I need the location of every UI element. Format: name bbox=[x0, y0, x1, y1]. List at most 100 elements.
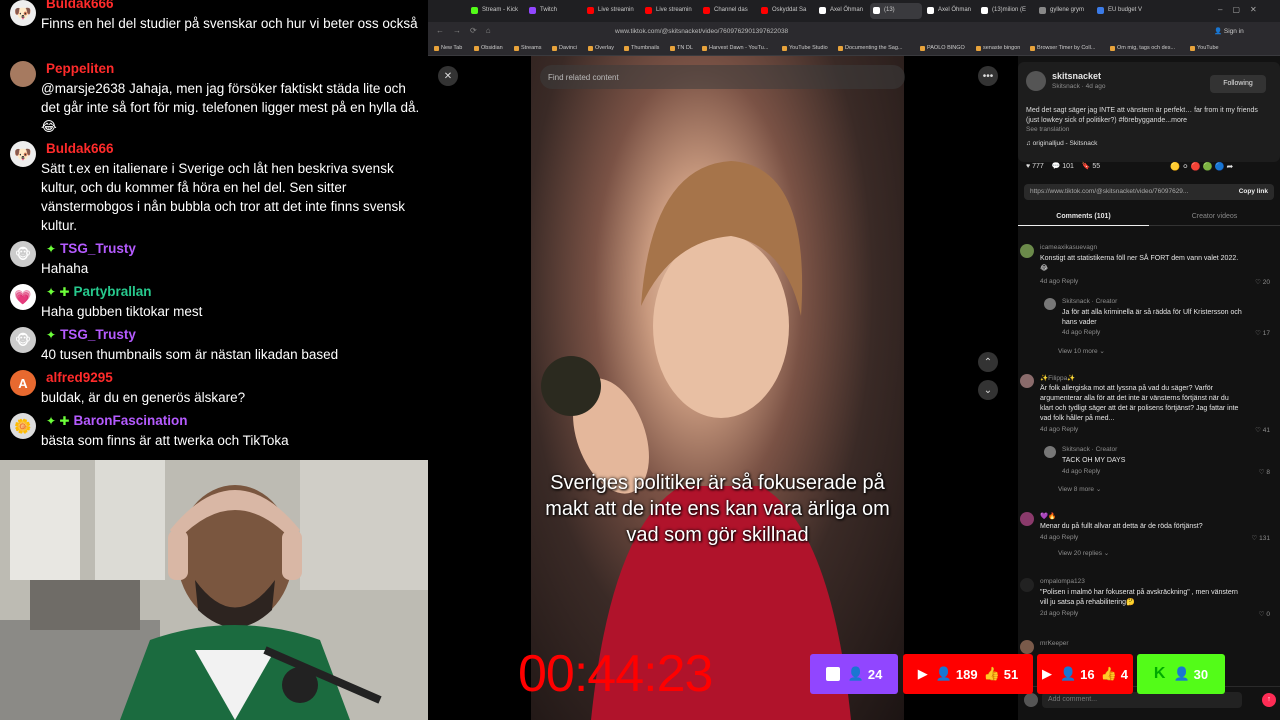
tiktok-icon bbox=[873, 7, 880, 14]
commenter-avatar[interactable] bbox=[1020, 244, 1034, 258]
commenter-avatar[interactable] bbox=[1020, 512, 1034, 526]
sound-link[interactable]: ♫ originalljud - Skitsnack bbox=[1026, 140, 1097, 147]
chevron-down-icon[interactable]: ⌄ bbox=[978, 380, 998, 400]
commenter-name[interactable]: ✨Filippa✨ bbox=[1040, 374, 1075, 382]
send-icon[interactable]: ↑ bbox=[1262, 693, 1276, 707]
comment-meta[interactable]: 4d ago Reply bbox=[1040, 426, 1078, 433]
comment-meta[interactable]: 2d ago Reply bbox=[1040, 610, 1078, 617]
bookmark[interactable]: senaste bingon bbox=[976, 45, 1020, 51]
comment-meta[interactable]: 4d ago Reply bbox=[1062, 468, 1100, 475]
bookmark[interactable]: New Tab bbox=[434, 45, 462, 51]
comment-likes[interactable]: ♡ 41 bbox=[1255, 426, 1270, 434]
comment-meta[interactable]: 4d ago Reply bbox=[1040, 278, 1078, 285]
close-icon[interactable]: ✕ bbox=[438, 66, 458, 86]
commenter-name[interactable]: ompalompa123 bbox=[1040, 578, 1085, 585]
commenter-name[interactable]: 💜🔥 bbox=[1040, 512, 1056, 520]
tab-tiktok[interactable]: (13)milion (E bbox=[978, 3, 1034, 19]
sign-in-button[interactable]: 👤 Sign in bbox=[1214, 27, 1244, 35]
author-name[interactable]: skitsnacket bbox=[1052, 71, 1101, 81]
tab-youtube[interactable]: Live streamin bbox=[642, 3, 698, 19]
bookmark[interactable]: TN DL bbox=[670, 45, 693, 51]
bookmark[interactable]: Davinci bbox=[552, 45, 577, 51]
commenter-avatar[interactable] bbox=[1044, 298, 1056, 310]
navigation-bar: ←→⟳⌂ www.tiktok.com/@skitsnacket/video/7… bbox=[428, 22, 1280, 42]
copy-link-button[interactable]: Copy link bbox=[1239, 188, 1268, 195]
bookmark-icon bbox=[782, 46, 787, 51]
commenter-name[interactable]: Skitsnack · Creator bbox=[1062, 446, 1117, 453]
bookmark-icon bbox=[976, 46, 981, 51]
comment-likes[interactable]: ♡ 17 bbox=[1255, 329, 1270, 337]
like-icon[interactable]: ♥ bbox=[1026, 163, 1030, 170]
chevron-up-icon[interactable]: ⌃ bbox=[978, 352, 998, 372]
bookmark-icon bbox=[920, 46, 925, 51]
tab-tiktok-active[interactable]: (13) bbox=[870, 3, 922, 19]
search-input[interactable]: Find related content bbox=[540, 65, 905, 89]
tab-youtube[interactable]: Oskyddat Sa bbox=[758, 3, 814, 19]
comments-sidebar: skitsnacket Skitsnack · 4d ago Following… bbox=[1018, 56, 1280, 720]
comment-meta[interactable]: 4d ago Reply bbox=[1040, 534, 1078, 541]
bookmark-label: Thumbnails bbox=[631, 45, 660, 51]
view-more-replies[interactable]: View 20 replies ⌄ bbox=[1058, 549, 1109, 557]
commenter-name[interactable]: mrKeeper bbox=[1040, 640, 1069, 647]
comment-icon[interactable]: 💬 bbox=[1052, 163, 1061, 170]
address-bar[interactable]: www.tiktok.com/@skitsnacket/video/760976… bbox=[568, 25, 1168, 39]
thumbs-up-icon: 👍 bbox=[983, 666, 1000, 681]
view-more-replies[interactable]: View 8 more ⌄ bbox=[1058, 485, 1101, 493]
tab-generic[interactable]: EU budget V bbox=[1094, 3, 1150, 19]
bookmark[interactable]: Overlay bbox=[588, 45, 614, 51]
youtube-stats-badge: ▶ 👤 189 👍 51 bbox=[903, 654, 1033, 694]
tiktok-page: ✕ Sveriges politiker är så fokuserade på… bbox=[428, 56, 1280, 720]
comment-likes[interactable]: ♡ 20 bbox=[1255, 278, 1270, 286]
chat-message: 💗 ✦ ✚ Partybrallan Haha gubben tiktokar m… bbox=[10, 284, 420, 324]
tab-creator-videos[interactable]: Creator videos bbox=[1149, 208, 1280, 226]
bookmark[interactable]: Harvest Dawn - YouTu... bbox=[702, 45, 768, 51]
commenter-avatar[interactable] bbox=[1020, 640, 1034, 654]
kick-icon bbox=[471, 7, 478, 14]
tab-tiktok[interactable]: Axel Öhman bbox=[924, 3, 976, 19]
window-controls[interactable]: –▢✕ bbox=[1218, 5, 1267, 14]
bookmark[interactable]: Documenting the Sag... bbox=[838, 45, 902, 51]
chat-username: Peppeliten bbox=[46, 61, 115, 76]
bookmark[interactable]: YouTube bbox=[1190, 45, 1219, 51]
more-options-icon[interactable]: ••• bbox=[978, 66, 998, 86]
tab-youtube[interactable]: Live streamin bbox=[584, 3, 640, 19]
tab-twitch[interactable]: Twitch bbox=[526, 3, 582, 19]
tab-generic[interactable]: gyllene grym bbox=[1036, 3, 1092, 19]
commenter-avatar[interactable] bbox=[1044, 446, 1056, 458]
tab-tiktok[interactable]: Axel Öhman bbox=[816, 3, 868, 19]
commenter-avatar[interactable] bbox=[1020, 578, 1034, 592]
see-translation-link[interactable]: See translation bbox=[1026, 126, 1069, 133]
bookmark[interactable]: Browser Timer by Coll... bbox=[1030, 45, 1095, 51]
add-comment-input[interactable]: Add comment... bbox=[1042, 692, 1242, 708]
tab-comments[interactable]: Comments (101) bbox=[1018, 208, 1149, 226]
commenter-name[interactable]: Skitsnack · Creator bbox=[1062, 298, 1117, 305]
tab-label: Live streamin bbox=[598, 7, 634, 13]
nav-buttons[interactable]: ←→⟳⌂ bbox=[436, 26, 500, 35]
tab-youtube[interactable]: Channel das bbox=[700, 3, 756, 19]
commenter-name[interactable]: icameaxikasuevagn bbox=[1040, 244, 1097, 251]
link-box: https://www.tiktok.com/@skitsnacket/vide… bbox=[1024, 184, 1274, 200]
bookmark[interactable]: Thumbnails bbox=[624, 45, 659, 51]
comment-likes[interactable]: ♡ 8 bbox=[1259, 468, 1270, 476]
bookmark-icon[interactable]: 🔖 bbox=[1082, 163, 1091, 170]
tab-kick[interactable]: Stream - Kick bbox=[468, 3, 524, 19]
author-avatar[interactable] bbox=[1026, 71, 1046, 91]
share-icons[interactable]: 🟡⚪🔴🟢🔵➦ bbox=[1170, 162, 1235, 171]
comment-likes[interactable]: ♡ 0 bbox=[1259, 610, 1270, 618]
chat-message: 🐵 ✦ TSG_Trusty 40 tusen thumbnails som är… bbox=[10, 327, 420, 367]
comment-meta[interactable]: 4d ago Reply bbox=[1062, 329, 1100, 336]
following-button[interactable]: Following bbox=[1210, 75, 1266, 93]
bookmark[interactable]: Streams bbox=[514, 45, 541, 51]
bookmark[interactable]: PAOLO BINGO bbox=[920, 45, 965, 51]
chat-message: 🌼 ✦ ✚ BaronFascination bästa som finns är… bbox=[10, 413, 420, 453]
comment-likes[interactable]: ♡ 131 bbox=[1252, 534, 1271, 542]
sub-badge-icon: ✦ bbox=[46, 242, 57, 256]
user-avatar: 🐵 bbox=[10, 327, 36, 353]
video-player[interactable]: Sveriges politiker är så fokuserade på m… bbox=[531, 56, 904, 720]
commenter-avatar[interactable] bbox=[1020, 374, 1034, 388]
bookmark[interactable]: Obsidian bbox=[474, 45, 503, 51]
bookmark[interactable]: Om mig, tags och des... bbox=[1110, 45, 1175, 51]
comment-reply: Skitsnack · Creator Ja för att alla krim… bbox=[1018, 296, 1280, 344]
view-more-replies[interactable]: View 10 more ⌄ bbox=[1058, 347, 1105, 355]
bookmark[interactable]: YouTube Studio bbox=[782, 45, 828, 51]
